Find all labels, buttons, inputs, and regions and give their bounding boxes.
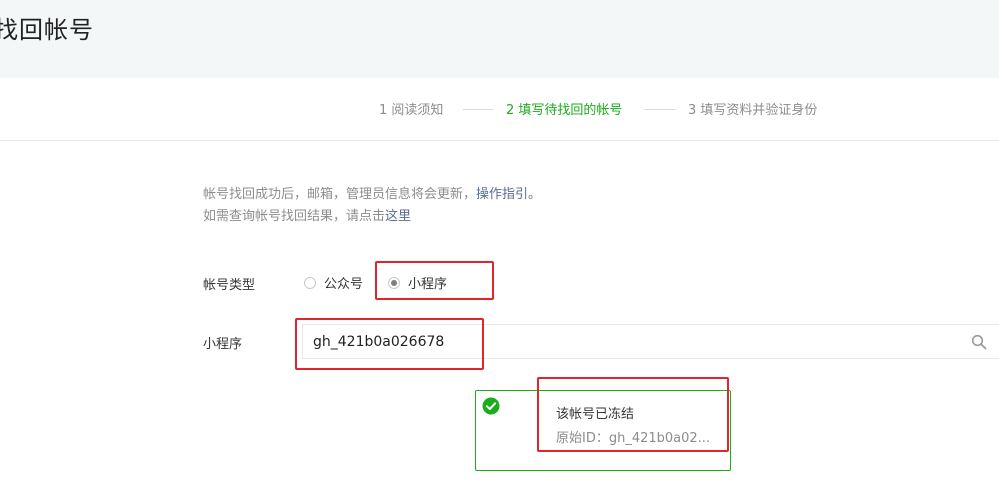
check-circle-icon xyxy=(482,397,500,415)
step-connector xyxy=(645,109,675,110)
radio-official-account[interactable]: 公众号 xyxy=(304,273,363,292)
radio-miniprogram[interactable]: 小程序 xyxy=(388,273,447,292)
tip-text: 如需查询帐号找回结果，请点击 xyxy=(203,209,386,224)
account-search-box xyxy=(302,324,999,359)
tip-text: 帐号找回成功后，邮箱，管理员信息将会更新， xyxy=(203,187,477,202)
page-title: 找回帐号 xyxy=(0,16,94,44)
radio-button-icon xyxy=(304,276,316,289)
step-1: 1 阅读须知 xyxy=(379,103,444,118)
query-result-link[interactable]: 这里 xyxy=(385,209,411,224)
step-2-active: 2 填写待找回的帐号 xyxy=(506,103,623,118)
search-result-card[interactable]: 该帐号已冻结 原始ID：gh_421b0a02... xyxy=(475,390,731,471)
step-progress: 1 阅读须知 2 填写待找回的帐号 3 填写资料并验证身份 xyxy=(0,78,999,141)
account-status: 该帐号已冻结 xyxy=(556,407,635,422)
search-icon[interactable] xyxy=(971,334,987,350)
miniprogram-label: 小程序 xyxy=(203,337,243,352)
original-id: 原始ID：gh_421b0a02... xyxy=(556,431,711,446)
radio-label: 小程序 xyxy=(408,277,448,292)
guide-link[interactable]: 操作指引。 xyxy=(476,187,541,202)
account-input[interactable] xyxy=(313,325,953,358)
tip-line-2: 如需查询帐号找回结果，请点击这里 xyxy=(203,205,411,224)
page-header: 找回帐号 xyxy=(0,0,999,78)
tip-line-1: 帐号找回成功后，邮箱，管理员信息将会更新，操作指引。 xyxy=(203,183,541,202)
account-type-label: 帐号类型 xyxy=(203,278,256,293)
radio-button-checked-icon xyxy=(388,276,400,289)
step-3: 3 填写资料并验证身份 xyxy=(688,103,818,118)
radio-label: 公众号 xyxy=(324,277,364,292)
step-connector xyxy=(463,109,493,110)
